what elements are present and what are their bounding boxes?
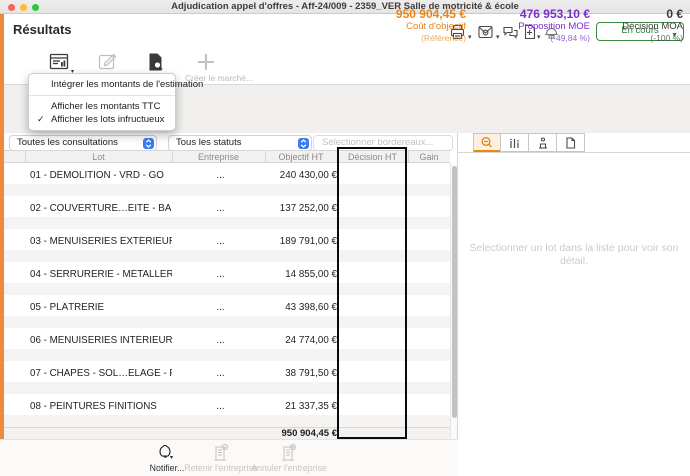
popup-stepper-icon bbox=[298, 138, 309, 149]
tab-detail[interactable] bbox=[473, 133, 501, 152]
stat-value: 0 € bbox=[622, 7, 683, 21]
magnifier-minus-icon bbox=[480, 136, 494, 149]
tab-adjudication[interactable] bbox=[529, 133, 557, 152]
tabs-baseline bbox=[458, 152, 690, 153]
panel-divider bbox=[457, 133, 458, 476]
email-menu-caret[interactable]: ▾ bbox=[496, 36, 500, 40]
table-body: 01 - DÉMOLITION - VRD - GO ... 240 430,0… bbox=[4, 163, 450, 427]
cell-lot: 06 - MENUISERIES INTÉRIEURES bbox=[30, 335, 172, 346]
statuts-dropdown[interactable]: Tous les statuts bbox=[168, 135, 312, 151]
footer-bar: ▾ Notifier... Retenir l'entreprise Annul… bbox=[0, 439, 458, 476]
document-icon bbox=[565, 137, 576, 149]
cell-lot: 05 - PLÂTRERIE bbox=[30, 302, 172, 313]
bar-chart-icon bbox=[508, 137, 521, 149]
print-menu-caret[interactable]: ▾ bbox=[468, 36, 472, 40]
row-stripe bbox=[4, 349, 450, 361]
page-title: Résultats bbox=[13, 22, 72, 37]
cell-lot: 02 - COUVERTURE…ÉITÉ - BARDAGES bbox=[30, 203, 172, 214]
stat-cout-objectif: 950 904,45 € Coût d'objectif (Référence) bbox=[396, 7, 466, 43]
consultations-dropdown[interactable]: Toutes les consultations bbox=[9, 135, 157, 151]
stat-value: 476 953,10 € bbox=[518, 7, 590, 21]
bordereaux-placeholder: Sélectionner bordereaux... bbox=[322, 137, 433, 148]
menu-item[interactable]: ✓Afficher les lots infructueux bbox=[29, 113, 175, 126]
row-stripe bbox=[4, 415, 450, 427]
tab-document[interactable] bbox=[557, 133, 585, 152]
podium-icon bbox=[537, 137, 549, 149]
table-row[interactable]: 06 - MENUISERIES INTÉRIEURES ... 24 774,… bbox=[4, 328, 450, 361]
table-row[interactable]: 03 - MENUISERIES EXTÉRIEURES ... 189 791… bbox=[4, 229, 450, 262]
row-stripe bbox=[4, 316, 450, 328]
table-scrollbar[interactable] bbox=[450, 163, 457, 439]
stat-decision-moa: 0 € Décision MOA (-100 %) bbox=[622, 7, 683, 43]
table-row[interactable]: 01 - DÉMOLITION - VRD - GO ... 240 430,0… bbox=[4, 163, 450, 196]
cell-lot: 07 - CHAPES - SOL…ELAGE - FAÏENCE bbox=[30, 368, 172, 379]
stat-sub: (-49,84 %) bbox=[518, 33, 590, 43]
cancel-company-button[interactable]: Annuler l'entreprise bbox=[244, 443, 334, 473]
tab-chart[interactable] bbox=[501, 133, 529, 152]
building-x-icon bbox=[280, 443, 298, 462]
table-row[interactable]: 08 - PEINTURES FINITIONS ... 21 337,35 € bbox=[4, 394, 450, 427]
cell-objectif-ht: 43 398,60 € bbox=[245, 302, 337, 313]
cell-lot: 01 - DÉMOLITION - VRD - GO bbox=[30, 170, 172, 181]
menu-item[interactable]: Afficher les montants TTC bbox=[29, 100, 175, 113]
row-stripe bbox=[4, 184, 450, 196]
stat-label: Coût d'objectif bbox=[396, 21, 466, 33]
row-stripe bbox=[4, 250, 450, 262]
bordereaux-field[interactable]: Sélectionner bordereaux... bbox=[313, 135, 453, 151]
table-row[interactable]: 02 - COUVERTURE…ÉITÉ - BARDAGES ... 137 … bbox=[4, 196, 450, 229]
statuts-dropdown-value: Tous les statuts bbox=[176, 137, 241, 148]
popup-stepper-icon bbox=[143, 138, 154, 149]
cell-objectif-ht: 24 774,00 € bbox=[245, 335, 337, 346]
row-stripe bbox=[4, 382, 450, 394]
cell-objectif-ht: 240 430,00 € bbox=[245, 170, 337, 181]
detail-empty-placeholder: Selectionner un lot dans la liste pour v… bbox=[468, 242, 680, 268]
row-stripe bbox=[4, 217, 450, 229]
table-header: Lot Entreprise Objectif HT Décision HT G… bbox=[4, 150, 450, 163]
consultations-dropdown-value: Toutes les consultations bbox=[17, 137, 118, 148]
cell-lot: 04 - SERRURERIE - MÉTALLERIE bbox=[30, 269, 172, 280]
table-row[interactable]: 04 - SERRURERIE - MÉTALLERIE ... 14 855,… bbox=[4, 262, 450, 295]
app-window: Adjudication appel d'offres - Aff-24/009… bbox=[0, 0, 690, 476]
stat-sub: (-100 %) bbox=[622, 33, 683, 43]
cell-objectif-ht: 38 791,50 € bbox=[245, 368, 337, 379]
table-row[interactable]: 05 - PLÂTRERIE ... 43 398,60 € bbox=[4, 295, 450, 328]
email-button[interactable] bbox=[477, 24, 495, 41]
menu-item[interactable]: Intégrer les montants de l'estimation bbox=[29, 78, 175, 91]
cell-lot: 08 - PEINTURES FINITIONS bbox=[30, 401, 172, 412]
row-stripe bbox=[4, 283, 450, 295]
cell-lot: 03 - MENUISERIES EXTÉRIEURES bbox=[30, 236, 172, 247]
svg-text:▾: ▾ bbox=[170, 455, 173, 461]
stat-value: 950 904,45 € bbox=[396, 7, 466, 21]
stat-sub: (Référence) bbox=[396, 33, 466, 43]
cell-objectif-ht: 137 252,00 € bbox=[245, 203, 337, 214]
cell-objectif-ht: 21 337,35 € bbox=[245, 401, 337, 412]
stat-label: Proposition MOE bbox=[518, 21, 590, 33]
table-total-row: 950 904,45 € bbox=[4, 427, 450, 439]
stat-proposition-moe: 476 953,10 € Proposition MOE (-49,84 %) bbox=[518, 7, 590, 43]
stat-label: Décision MOA bbox=[622, 21, 683, 33]
cell-objectif-ht: 189 791,00 € bbox=[245, 236, 337, 247]
display-options-menu: Intégrer les montants de l'estimation Aff… bbox=[28, 73, 176, 131]
bell-icon: ▾ bbox=[157, 443, 177, 462]
menu-separator bbox=[29, 95, 175, 96]
detail-tabs bbox=[473, 133, 585, 152]
building-check-icon bbox=[212, 443, 230, 462]
cell-objectif-ht: 14 855,00 € bbox=[245, 269, 337, 280]
table-row[interactable]: 07 - CHAPES - SOL…ELAGE - FAÏENCE ... 38… bbox=[4, 361, 450, 394]
checkmark-icon: ✓ bbox=[37, 113, 45, 126]
cancel-company-label: Annuler l'entreprise bbox=[244, 463, 334, 473]
